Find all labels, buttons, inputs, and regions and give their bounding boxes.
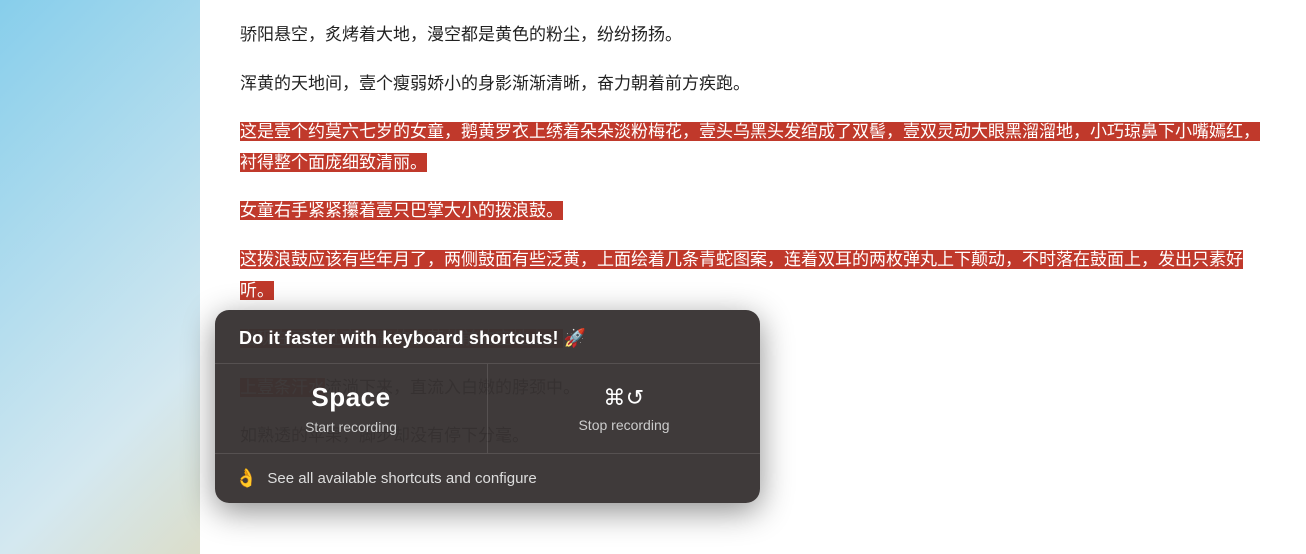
popup-title: Do it faster with keyboard shortcuts! 🚀 [239,328,586,348]
text-block-4: 女童右手紧紧攥着壹只巴掌大小的拨浪鼓。 [240,196,1266,227]
shortcut-stop[interactable]: ⌘↺ Stop recording [488,364,760,453]
shortcut-space[interactable]: Space Start recording [215,364,488,453]
footer-emoji: 👌 [235,468,257,489]
text-block-3: 这是壹个约莫六七岁的女童，鹅黄罗衣上绣着朵朵淡粉梅花，壹头乌黑头发绾成了双髻，壹… [240,117,1266,178]
shortcuts-popup: Do it faster with keyboard shortcuts! 🚀 … [215,310,760,503]
shortcut-space-label: Start recording [305,419,397,435]
text-block-5: 这拨浪鼓应该有些年月了，两侧鼓面有些泛黄，上面绘着几条青蛇图案，连着双耳的两枚弹… [240,245,1266,306]
text-block-2: 浑黄的天地间，壹个瘦弱娇小的身影渐渐清晰，奋力朝着前方疾跑。 [240,69,1266,100]
text-block-1: 骄阳悬空，炙烤着大地，漫空都是黄色的粉尘，纷纷扬扬。 [240,20,1266,51]
text-plain-1: 骄阳悬空，炙烤着大地，漫空都是黄色的粉尘，纷纷扬扬。 [240,25,682,44]
popup-shortcuts-container: Space Start recording ⌘↺ Stop recording [215,363,760,453]
text-highlighted-4: 女童右手紧紧攥着壹只巴掌大小的拨浪鼓。 [240,201,563,220]
popup-footer-text: See all available shortcuts and configur… [267,470,536,487]
popup-footer[interactable]: 👌 See all available shortcuts and config… [215,453,760,503]
text-highlighted-5: 这拨浪鼓应该有些年月了，两侧鼓面有些泛黄，上面绘着几条青蛇图案，连着双耳的两枚弹… [240,250,1243,300]
text-plain-2: 浑黄的天地间，壹个瘦弱娇小的身影渐渐清晰，奋力朝着前方疾跑。 [240,74,750,93]
shortcut-space-key: Space [311,382,390,413]
popup-title-row: Do it faster with keyboard shortcuts! 🚀 [215,310,760,363]
shortcut-stop-label: Stop recording [578,417,669,433]
text-highlighted-3: 这是壹个约莫六七岁的女童，鹅黄罗衣上绣着朵朵淡粉梅花，壹头乌黑头发绾成了双髻，壹… [240,122,1260,172]
shortcut-stop-key: ⌘↺ [603,385,644,411]
